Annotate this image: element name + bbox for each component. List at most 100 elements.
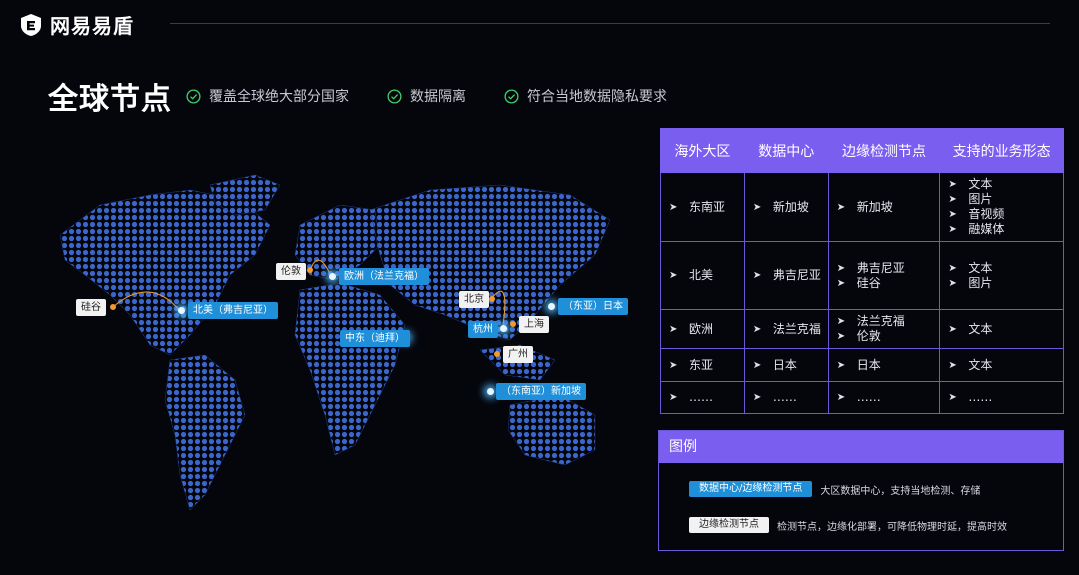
edge-node-dot bbox=[489, 296, 495, 302]
table-cell-dc: ➤ 日本 bbox=[743, 348, 829, 382]
cell-text: 图片 bbox=[968, 192, 993, 206]
list-item: ➤ 文本 bbox=[948, 261, 1057, 276]
continent-south-america bbox=[164, 354, 246, 511]
cell-text: 文本 bbox=[968, 177, 993, 191]
cell-text: 文本 bbox=[968, 321, 993, 336]
cell-text: 弗吉尼亚 bbox=[772, 268, 821, 282]
edge-node-label-beijing: 北京 bbox=[459, 291, 489, 308]
cell-text: 法兰克福 bbox=[856, 314, 905, 328]
table-cell-dc: ➤ …… bbox=[743, 381, 829, 414]
table-cell-biz: ➤ 文本 bbox=[939, 348, 1064, 382]
cell-text: 音视频 bbox=[968, 207, 1005, 221]
arrow-icon: ➤ bbox=[836, 201, 846, 213]
list-item: ➤ 法兰克福 bbox=[837, 314, 934, 329]
table-body: ➤ 东南亚 ➤ 新加坡 ➤ 新加坡 ➤ 文本 ➤ 图片 ➤ 音视频 ➤ 融媒体 ➤ 北美 ➤ 弗吉尼亚 ➤ 弗吉尼亚 ➤… bbox=[660, 172, 1064, 414]
arrow-icon: ➤ bbox=[948, 194, 957, 205]
arrow-icon: ➤ bbox=[836, 392, 846, 403]
list-item: ➤ 新加坡 bbox=[753, 200, 822, 215]
cell-text: 新加坡 bbox=[856, 199, 893, 214]
list-item: ➤ 东南亚 bbox=[669, 200, 738, 215]
arrow-icon: ➤ bbox=[669, 270, 678, 281]
cell-text: 北美 bbox=[689, 268, 714, 282]
table-cell-dc: ➤ 法兰克福 bbox=[743, 309, 829, 349]
column-header: 海外大区 bbox=[660, 128, 745, 173]
edge-node-dot bbox=[510, 321, 516, 327]
table-cell-biz: ➤ 文本 ➤ 图片 ➤ 音视频 ➤ 融媒体 bbox=[939, 172, 1064, 242]
table-cell-edge: ➤ 弗吉尼亚 ➤ 硅谷 bbox=[827, 241, 941, 310]
yidun-e-logo-icon bbox=[21, 13, 41, 36]
list-item: ➤ 弗吉尼亚 bbox=[837, 261, 934, 276]
arrow-icon: ➤ bbox=[948, 277, 957, 289]
table-cell-edge: ➤ …… bbox=[827, 381, 941, 414]
continent-africa bbox=[294, 282, 406, 456]
dc-node-label-dubai: 中东（迪拜） bbox=[340, 330, 410, 347]
list-item: ➤ 新加坡 bbox=[837, 200, 934, 215]
arrow-icon: ➤ bbox=[948, 262, 957, 274]
brand-logo[interactable]: 网易易盾 bbox=[18, 10, 134, 39]
edge-node-dot bbox=[110, 304, 116, 310]
world-map-graphic bbox=[59, 174, 611, 511]
column-header: 数据中心 bbox=[743, 128, 829, 173]
cell-text: 融媒体 bbox=[968, 222, 1005, 236]
dc-node-dot bbox=[329, 273, 336, 280]
cell-text: 日本 bbox=[772, 357, 797, 372]
feature-item: 覆盖全球绝大部分国家 bbox=[186, 86, 349, 106]
region-table: 海外大区 数据中心 边缘检测节点 支持的业务形态 ➤ 东南亚 ➤ 新加坡 ➤ 新加坡 ➤ 文本… bbox=[660, 128, 1064, 414]
table-cell-edge: ➤ 法兰克福 ➤ 伦敦 bbox=[827, 309, 941, 349]
brand-name: 网易易盾 bbox=[50, 14, 134, 38]
table-cell-biz: ➤ …… bbox=[939, 381, 1064, 414]
cell-text: 硅谷 bbox=[856, 275, 881, 290]
list-item: ➤ 音视频 bbox=[948, 207, 1057, 222]
arrow-icon: ➤ bbox=[669, 201, 678, 213]
legend-desc: 检测节点，边缘化部署，可降低物理时延，提高时效 bbox=[777, 521, 1007, 533]
cell-text: …… bbox=[689, 390, 713, 404]
list-item: ➤ 图片 bbox=[948, 192, 1057, 207]
table-row: ➤ 东亚 ➤ 日本 ➤ 日本 ➤ 文本 bbox=[660, 348, 1064, 382]
list-item: ➤ 日本 bbox=[753, 358, 822, 373]
dc-node-label-frankfurt: 欧洲（法兰克福） bbox=[339, 268, 429, 285]
legend-desc: 大区数据中心，支持当地检测、存储 bbox=[820, 485, 981, 497]
list-item: ➤ 硅谷 bbox=[837, 276, 934, 291]
check-circle-icon bbox=[504, 88, 519, 104]
feature-label: 符合当地数据隐私要求 bbox=[527, 89, 667, 105]
cell-text: 东南亚 bbox=[689, 199, 726, 214]
header-divider bbox=[170, 23, 1050, 24]
dc-node-dot bbox=[178, 307, 185, 314]
arrow-icon: ➤ bbox=[948, 392, 957, 403]
list-item: ➤ …… bbox=[837, 390, 934, 405]
check-circle-icon bbox=[186, 88, 201, 104]
cell-text: …… bbox=[968, 390, 993, 404]
dc-node-dot bbox=[500, 325, 507, 332]
legend-title: 图例 bbox=[659, 431, 1063, 463]
table-cell-region: ➤ …… bbox=[660, 381, 745, 414]
list-item: ➤ 弗吉尼亚 bbox=[753, 268, 822, 283]
table-cell-biz: ➤ 文本 ➤ 图片 bbox=[939, 241, 1064, 310]
table-cell-dc: ➤ 新加坡 bbox=[743, 172, 829, 242]
arrow-icon: ➤ bbox=[836, 331, 846, 342]
legend-item: 数据中心/边缘检测节点 大区数据中心，支持当地检测、存储 bbox=[689, 481, 980, 497]
table-header-row: 海外大区 数据中心 边缘检测节点 支持的业务形态 bbox=[660, 128, 1064, 173]
table-row: ➤ …… ➤ …… ➤ …… ➤ …… bbox=[660, 381, 1064, 414]
cell-text: 文本 bbox=[968, 357, 993, 372]
legend-chip-dc: 数据中心/边缘检测节点 bbox=[689, 481, 813, 497]
arrow-icon: ➤ bbox=[752, 392, 762, 403]
edge-node-label-siliconvalley: 硅谷 bbox=[76, 299, 106, 316]
world-map: 北美（弗吉尼亚） 欧洲（法兰克福） 中东（迪拜） （东亚）日本 杭州 （东南亚）… bbox=[40, 165, 630, 545]
cell-text: 文本 bbox=[968, 260, 993, 275]
table-cell-edge: ➤ 日本 bbox=[827, 348, 941, 382]
column-header: 支持的业务形态 bbox=[939, 128, 1064, 173]
feature-item: 符合当地数据隐私要求 bbox=[504, 86, 667, 106]
list-item: ➤ 欧洲 bbox=[669, 322, 738, 337]
table-cell-edge: ➤ 新加坡 bbox=[827, 172, 941, 242]
list-item: ➤ 文本 bbox=[948, 358, 1057, 373]
list-item: ➤ 伦敦 bbox=[837, 329, 934, 344]
dc-node-label-hangzhou: 杭州 bbox=[468, 321, 498, 338]
feature-label: 数据隔离 bbox=[410, 89, 466, 105]
list-item: ➤ …… bbox=[948, 390, 1057, 405]
arrow-icon: ➤ bbox=[752, 201, 762, 213]
arrow-icon: ➤ bbox=[669, 323, 678, 335]
edge-node-dot bbox=[494, 351, 500, 357]
table-row: ➤ 欧洲 ➤ 法兰克福 ➤ 法兰克福 ➤ 伦敦 ➤ 文本 bbox=[660, 309, 1064, 349]
dc-node-dot bbox=[487, 388, 494, 395]
arrow-icon: ➤ bbox=[948, 209, 957, 220]
